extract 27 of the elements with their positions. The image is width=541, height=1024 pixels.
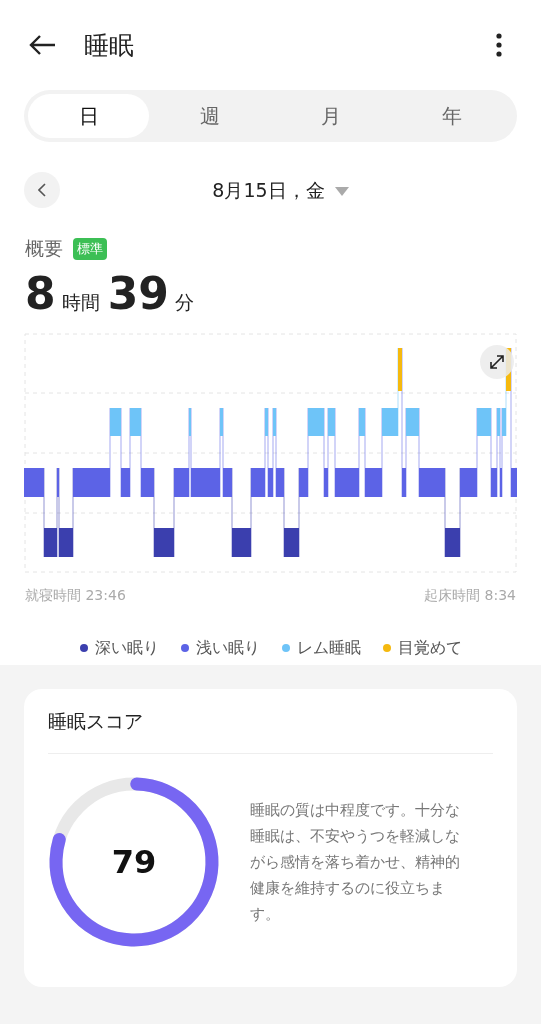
- legend-label: 深い眠り: [94, 637, 159, 659]
- expand-button[interactable]: [480, 345, 514, 379]
- wake-time-label: 起床時間 8:34: [424, 587, 516, 605]
- period-tab[interactable]: 週: [149, 94, 271, 138]
- period-tab[interactable]: 日: [28, 94, 150, 138]
- legend-label: レム睡眠: [296, 637, 361, 659]
- summary-label: 概要: [25, 236, 63, 261]
- chevron-left-icon[interactable]: [38, 183, 46, 197]
- period-tab[interactable]: 月: [270, 94, 392, 138]
- hours-unit: 時間: [61, 290, 100, 315]
- back-icon[interactable]: [28, 34, 56, 56]
- previous-day-button[interactable]: [24, 172, 60, 208]
- date-label[interactable]: 8月15日，金: [212, 178, 325, 204]
- period-tab[interactable]: 年: [391, 94, 513, 138]
- legend-label: 目覚めて: [397, 637, 462, 659]
- minutes-value: 39: [107, 268, 169, 319]
- page-title: 睡眠: [84, 29, 135, 62]
- bedtime-label: 就寝時間 23:46: [25, 587, 126, 605]
- quality-badge: 標準: [73, 238, 107, 260]
- score-title: 睡眠スコア: [48, 709, 493, 754]
- score-value: 79: [111, 843, 157, 881]
- minutes-unit: 分: [174, 290, 194, 315]
- hours-value: 8: [25, 268, 56, 319]
- legend-label: 浅い眠り: [195, 637, 260, 659]
- more-menu-icon[interactable]: [496, 33, 502, 57]
- expand-icon[interactable]: [488, 353, 506, 371]
- score-description: 睡眠の質は中程度です。十分な睡眠は、不安やうつを軽減しながら感情を落ち着かせ、精神的健康を維持するのに役立ちます。: [250, 800, 461, 925]
